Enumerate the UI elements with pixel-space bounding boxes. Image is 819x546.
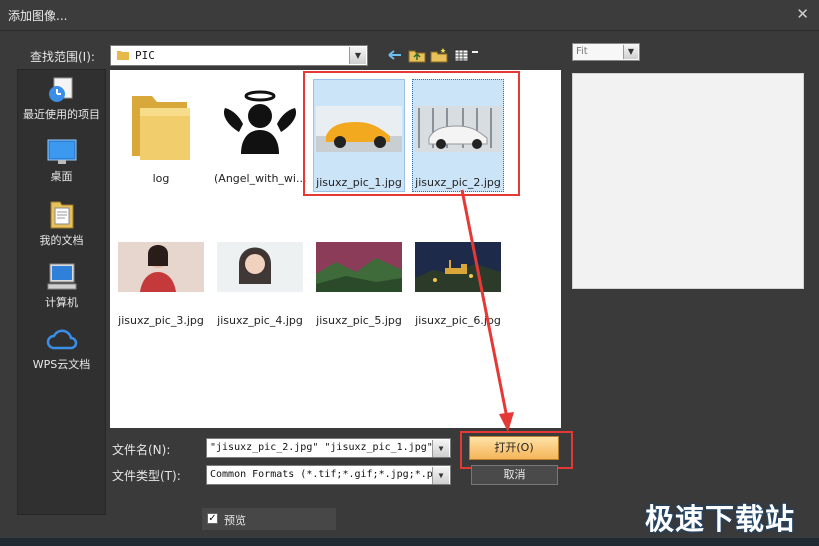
add-image-dialog: 添加图像... ✕ 查找范围(I): PIC ▼ 最近使用的项目 桌面 我的文档… [0, 0, 819, 546]
chevron-down-icon[interactable]: ▼ [432, 467, 449, 484]
background-strip [0, 538, 819, 546]
preview-label: 预览 [224, 514, 246, 527]
image-thumbnail [415, 86, 501, 172]
image-thumbnail [316, 224, 402, 310]
open-button[interactable]: 打开(O) [469, 436, 559, 460]
fit-select[interactable]: Fit ▼ [572, 43, 640, 61]
back-arrow-icon[interactable] [386, 47, 404, 63]
cancel-button[interactable]: 取消 [471, 465, 558, 485]
watermark: 极速下载站 [645, 502, 796, 536]
chevron-down-icon[interactable]: ▼ [349, 47, 366, 64]
folder-icon [118, 82, 204, 168]
place-label: 最近使用的项目 [23, 108, 100, 121]
file-item-pic-2[interactable]: jisuxz_pic_2.jpg [412, 79, 504, 192]
dialog-title: 添加图像... [8, 9, 68, 23]
fit-value: Fit [576, 46, 588, 57]
documents-icon [50, 201, 73, 229]
place-desktop[interactable]: 桌面 [18, 138, 105, 184]
cloud-icon [46, 329, 77, 350]
image-thumbnail [217, 224, 303, 310]
file-item-pic-5[interactable]: jisuxz_pic_5.jpg [313, 218, 405, 327]
look-in-label: 查找范围(I): [30, 50, 95, 64]
preview-toggle-row: ✓ 预览 [202, 508, 336, 530]
preview-pane [572, 73, 804, 289]
image-thumbnail [316, 86, 402, 172]
file-label: (Angel_with_wi... [214, 172, 306, 185]
chevron-down-icon[interactable]: ▼ [432, 440, 449, 457]
image-thumbnail [415, 224, 501, 310]
recent-items-icon [48, 77, 72, 102]
place-label: 我的文档 [39, 234, 84, 247]
desktop-icon [47, 139, 76, 164]
preview-checkbox[interactable]: ✓ [207, 513, 218, 524]
file-item-pic-4[interactable]: jisuxz_pic_4.jpg [214, 218, 306, 327]
image-thumbnail [118, 224, 204, 310]
title-bar: 添加图像... ✕ [0, 0, 819, 31]
place-documents[interactable]: 我的文档 [18, 198, 105, 248]
file-item-pic-6[interactable]: jisuxz_pic_6.jpg [412, 218, 504, 327]
file-item-angel[interactable]: (Angel_with_wi... [214, 76, 306, 185]
file-name-value: "jisuxz_pic_2.jpg" "jisuxz_pic_1.jpg" [210, 442, 433, 453]
file-list: log (Angel_with_wi... jisuxz_pic_1.jpg j… [110, 70, 561, 428]
file-label: jisuxz_pic_4.jpg [217, 314, 303, 327]
file-item-log[interactable]: log [115, 76, 207, 185]
close-icon[interactable]: ✕ [796, 5, 809, 23]
new-folder-icon[interactable] [430, 47, 448, 63]
look-in-value: PIC [135, 49, 155, 62]
place-label: 计算机 [45, 296, 78, 309]
file-label: jisuxz_pic_5.jpg [316, 314, 402, 327]
computer-icon [47, 263, 76, 290]
file-label: jisuxz_pic_1.jpg [316, 176, 402, 189]
file-name-input[interactable]: "jisuxz_pic_2.jpg" "jisuxz_pic_1.jpg" ▼ [206, 438, 451, 458]
file-label: log [152, 172, 170, 185]
folder-icon [117, 51, 129, 60]
place-recent-items[interactable]: 最近使用的项目 [18, 76, 105, 122]
places-bar: 最近使用的项目 桌面 我的文档 计算机 WPS云文档 [17, 69, 106, 515]
file-label: jisuxz_pic_2.jpg [415, 176, 501, 189]
image-thumbnail [217, 82, 303, 168]
file-type-label: 文件类型(T): [112, 469, 181, 483]
place-wps-cloud[interactable]: WPS云文档 [18, 326, 105, 372]
up-folder-icon[interactable] [408, 47, 426, 63]
file-item-pic-3[interactable]: jisuxz_pic_3.jpg [115, 218, 207, 327]
look-in-combo[interactable]: PIC ▼ [110, 45, 368, 66]
file-type-select[interactable]: Common Formats (*.tif;*.gif;*.jpg;*.p ▼ [206, 465, 451, 485]
place-label: WPS云文档 [32, 358, 91, 371]
file-type-value: Common Formats (*.tif;*.gif;*.jpg;*.p [210, 469, 433, 480]
file-label: jisuxz_pic_3.jpg [118, 314, 204, 327]
chevron-down-icon[interactable]: ▼ [623, 45, 638, 59]
place-computer[interactable]: 计算机 [18, 262, 105, 310]
file-item-pic-1[interactable]: jisuxz_pic_1.jpg [313, 79, 405, 192]
file-name-label: 文件名(N): [112, 443, 171, 457]
view-menu-icon[interactable] [453, 47, 481, 63]
file-label: jisuxz_pic_6.jpg [415, 314, 501, 327]
place-label: 桌面 [50, 170, 73, 183]
